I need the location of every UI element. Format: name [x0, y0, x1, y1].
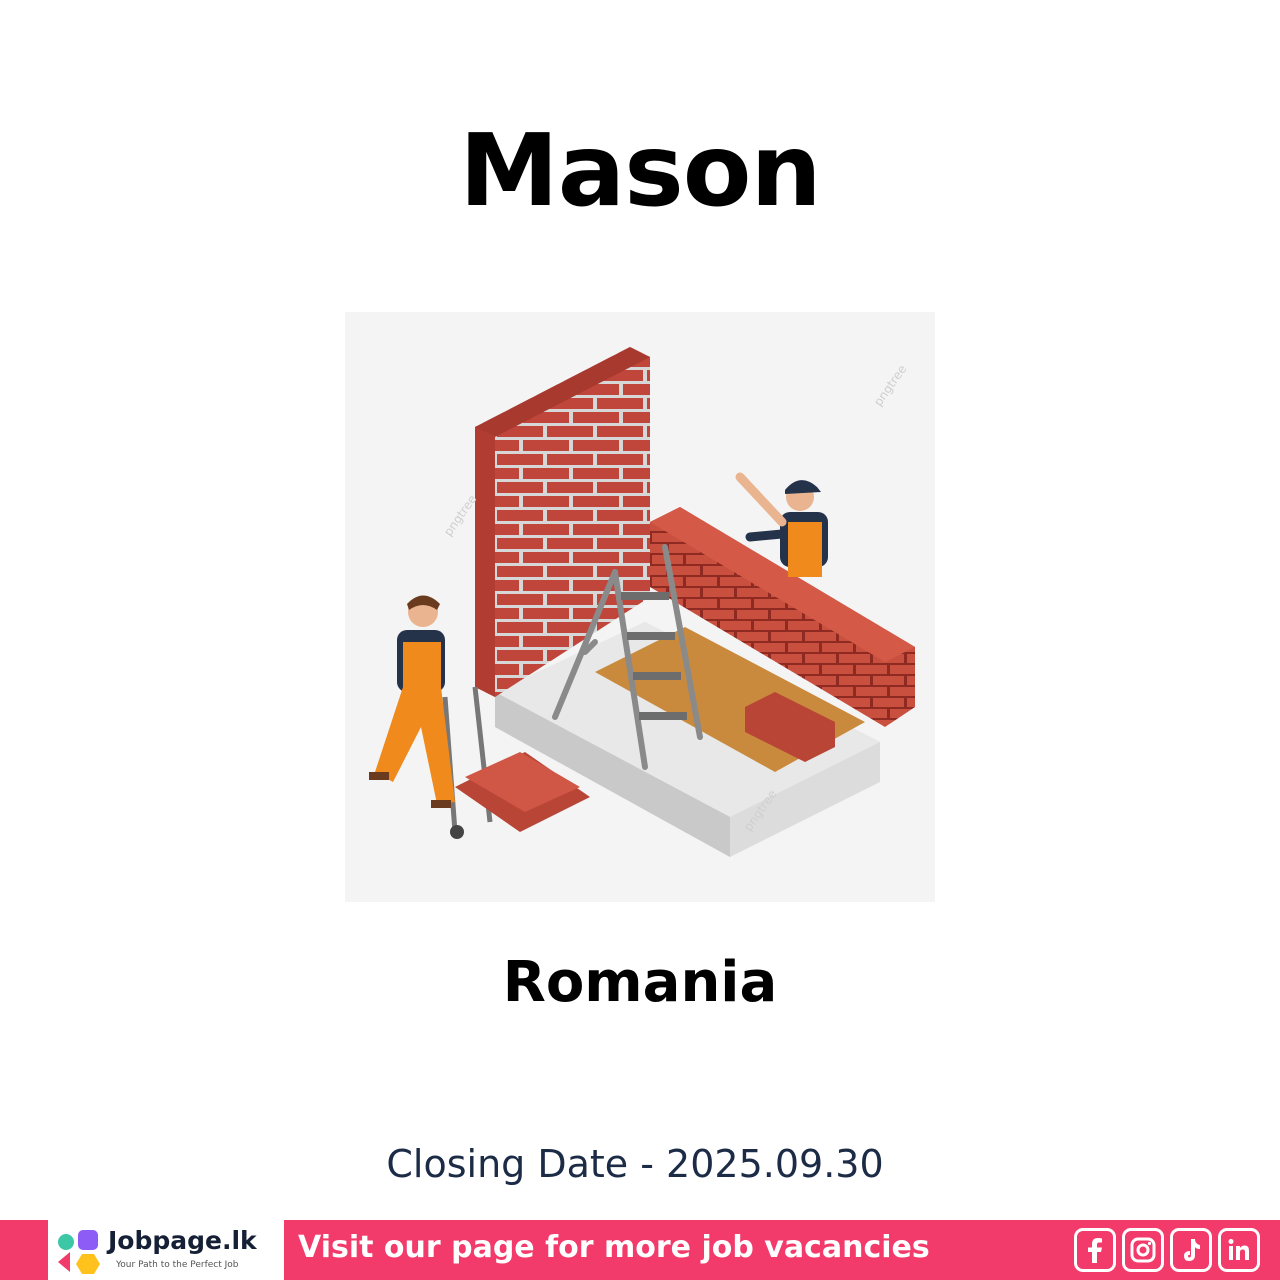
social-links — [1074, 1228, 1260, 1274]
job-country: Romania — [502, 950, 778, 1015]
jobpage-logo-icon — [58, 1230, 100, 1274]
closing-date: Closing Date - 2025.09.30 — [386, 1142, 884, 1186]
svg-text:pngtree: pngtree — [871, 362, 909, 409]
instagram-icon[interactable] — [1122, 1228, 1164, 1272]
tiktok-icon[interactable] — [1170, 1228, 1212, 1272]
footer-bar: Jobpage.lk Your Path to the Perfect Job … — [0, 1220, 1280, 1280]
svg-text:pngtree: pngtree — [441, 492, 479, 539]
mason-illustration: pngtree pngtree pngtree — [345, 312, 935, 902]
brand-tagline: Your Path to the Perfect Job — [116, 1260, 239, 1270]
linkedin-icon[interactable] — [1218, 1228, 1260, 1272]
job-title: Mason — [459, 112, 821, 229]
brand-logo-box[interactable]: Jobpage.lk Your Path to the Perfect Job — [48, 1220, 284, 1280]
brand-name: Jobpage.lk — [108, 1226, 257, 1255]
facebook-icon[interactable] — [1074, 1228, 1116, 1272]
footer-cta-text: Visit our page for more job vacancies — [298, 1230, 930, 1265]
